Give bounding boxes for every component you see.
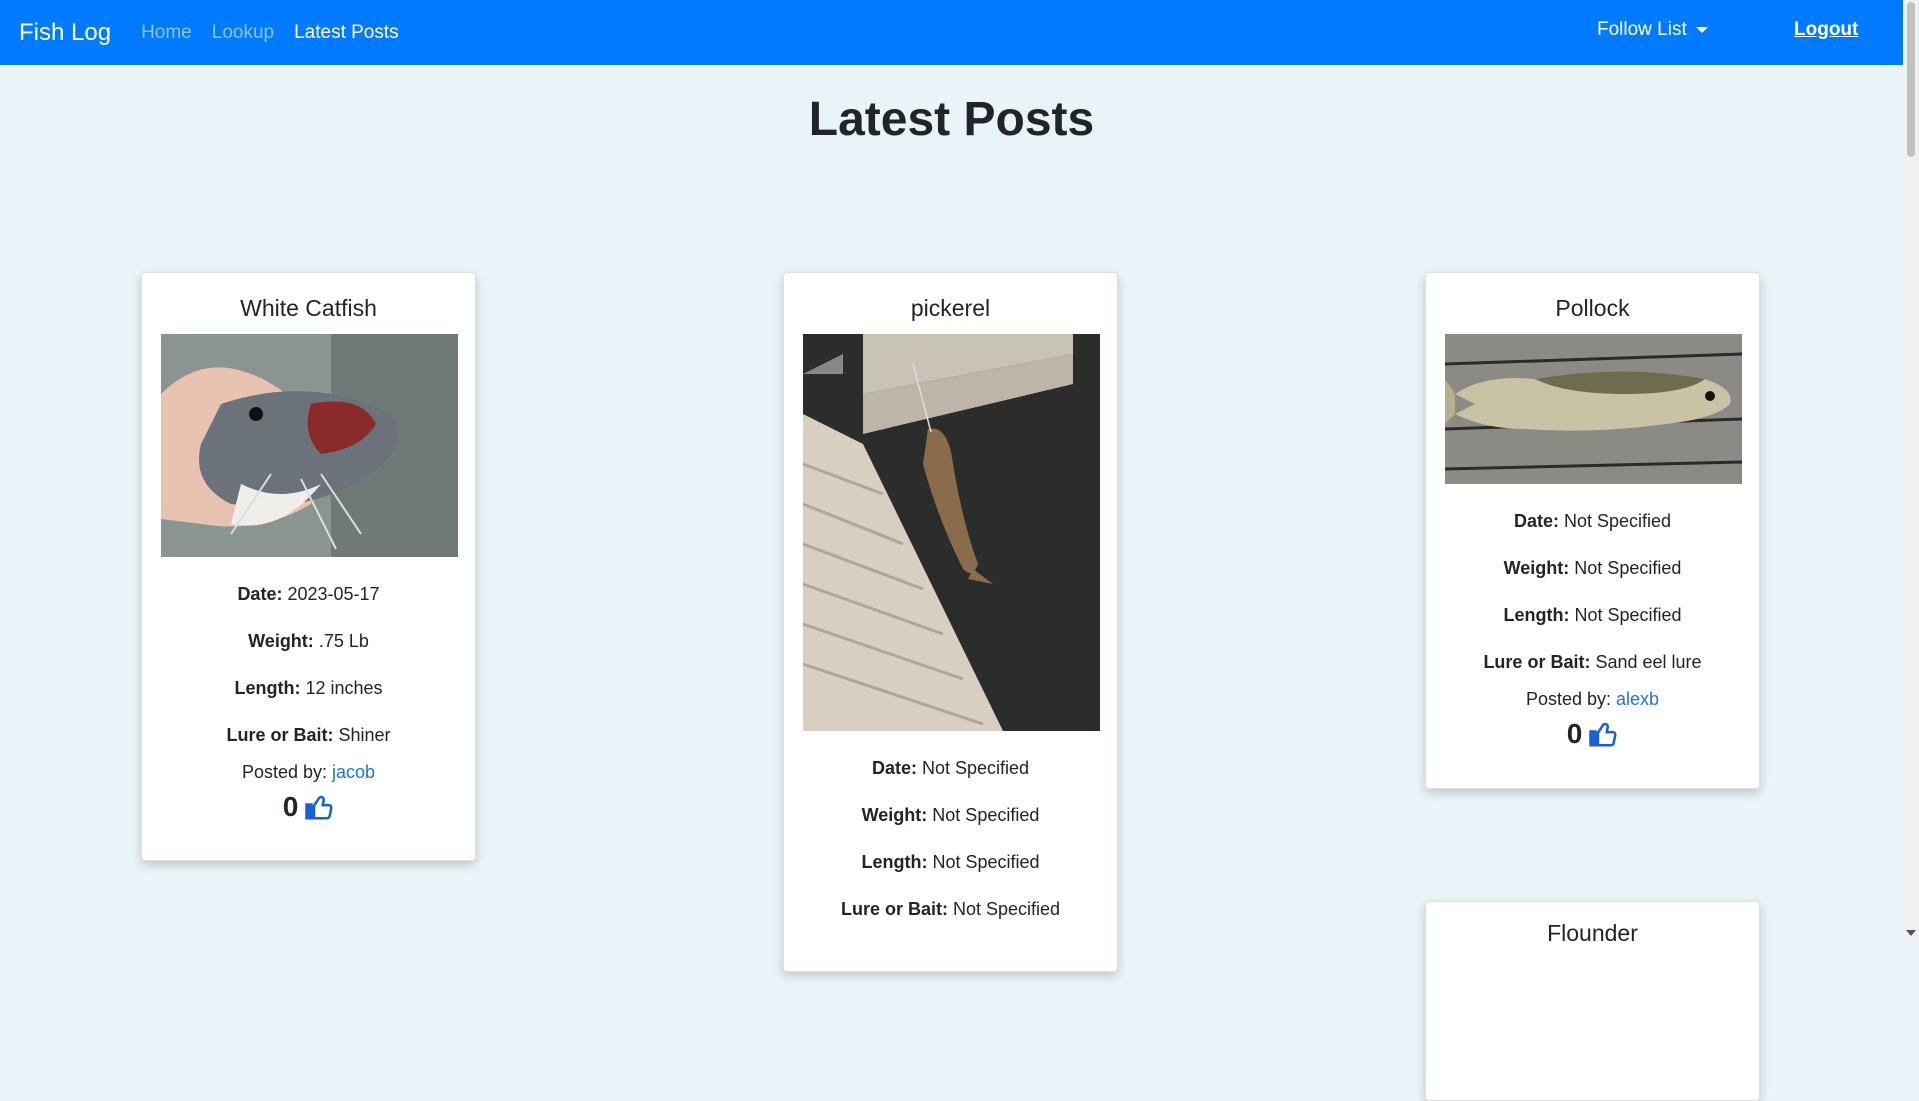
- length-field: Length: Not Specified: [861, 852, 1040, 872]
- thumbs-up-icon[interactable]: [304, 792, 334, 822]
- scrollbar-thumb[interactable]: [1907, 2, 1915, 157]
- post-card: pickerel Date: Not Specified Weight: Not…: [783, 272, 1118, 972]
- logout-link[interactable]: Logout: [1794, 19, 1858, 41]
- post-title: pickerel: [910, 295, 991, 321]
- post-title: Flounder: [1547, 920, 1638, 946]
- length-field: Length: 12 inches: [234, 678, 383, 698]
- fish-photo: [1445, 334, 1742, 484]
- post-card: White Catfish Date: 2023-05-17 Weight: .…: [141, 272, 476, 861]
- nav-link-lookup[interactable]: Lookup: [212, 22, 274, 44]
- like-count: 0: [1566, 718, 1583, 749]
- scrollbar[interactable]: [1903, 0, 1919, 939]
- like-count: 0: [282, 791, 299, 822]
- weight-field: Weight: Not Specified: [861, 805, 1040, 825]
- post-card: Flounder: [1425, 901, 1760, 1101]
- lure-field: Lure or Bait: Sand eel lure: [1483, 652, 1702, 672]
- lure-field: Lure or Bait: Not Specified: [840, 899, 1061, 919]
- weight-field: Weight: Not Specified: [1503, 558, 1682, 578]
- weight-field: Weight: .75 Lb: [248, 631, 369, 651]
- date-field: Date: 2023-05-17: [237, 584, 380, 604]
- page-title: Latest Posts: [808, 93, 1095, 146]
- navbar: Fish Log Home Lookup Latest Posts Follow…: [0, 0, 1903, 65]
- fish-photo: [161, 334, 458, 557]
- lure-field: Lure or Bait: Shiner: [226, 725, 391, 745]
- scroll-down-icon[interactable]: [1906, 930, 1916, 936]
- author-link[interactable]: jacob: [332, 762, 375, 782]
- length-field: Length: Not Specified: [1503, 605, 1682, 625]
- date-field: Date: Not Specified: [1513, 511, 1672, 531]
- post-title: White Catfish: [240, 295, 377, 321]
- brand-link[interactable]: Fish Log: [19, 19, 111, 47]
- fish-photo: [803, 334, 1100, 731]
- thumbs-up-icon[interactable]: [1588, 719, 1618, 749]
- author-link[interactable]: alexb: [1616, 689, 1659, 709]
- post-card: Pollock Date: Not Specified Weight: Not …: [1425, 272, 1760, 789]
- caret-down-icon: [1695, 27, 1708, 33]
- like-counter: 0: [1445, 718, 1740, 750]
- post-title: Pollock: [1555, 295, 1630, 321]
- posted-by: Posted by: jacob: [241, 762, 376, 782]
- nav-link-latest-posts[interactable]: Latest Posts: [294, 22, 399, 44]
- follow-list-dropdown[interactable]: Follow List: [1597, 19, 1708, 41]
- posted-by: Posted by: alexb: [1525, 689, 1660, 709]
- date-field: Date: Not Specified: [871, 758, 1030, 778]
- nav-link-home[interactable]: Home: [141, 22, 192, 44]
- like-counter: 0: [161, 791, 456, 823]
- follow-list-label: Follow List: [1597, 19, 1687, 40]
